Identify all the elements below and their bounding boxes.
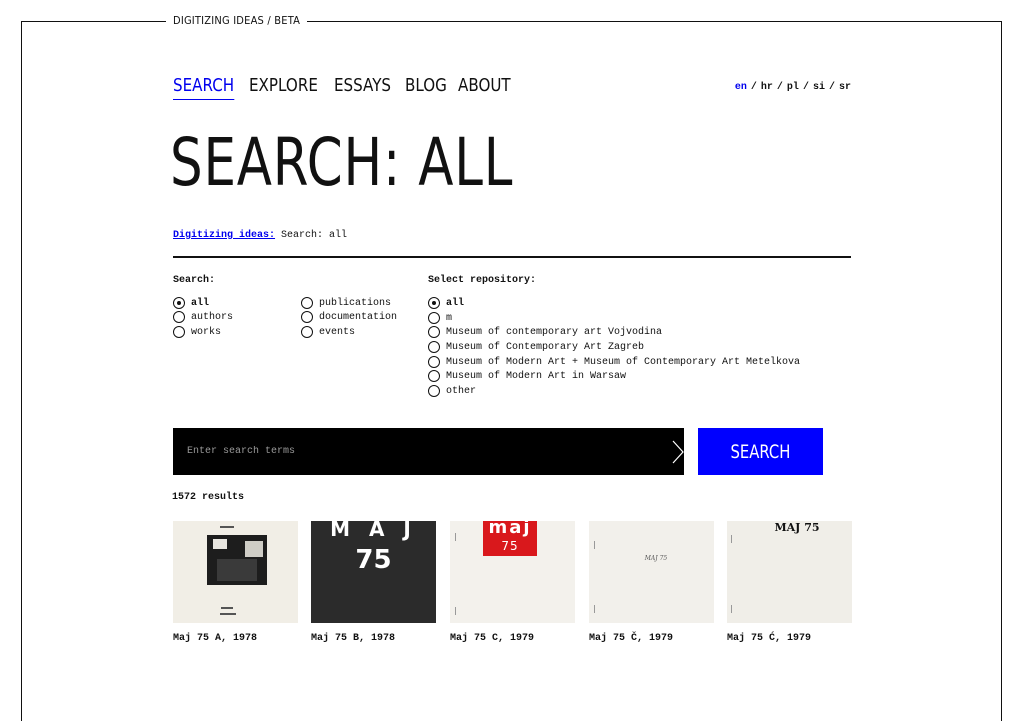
radio-label: Museum of Modern Art + Museum of Contemp… — [446, 356, 801, 368]
cover-text: maj — [488, 521, 532, 538]
radio-label: Museum of contemporary art Vojvodina — [446, 326, 663, 338]
result-title: Maj 75 Č, 1979 — [589, 633, 674, 644]
radio-repo-warsaw[interactable]: Museum of Modern Art in Warsaw — [428, 370, 626, 382]
lang-si[interactable]: si — [813, 82, 825, 93]
page-title: SEARCH: ALL — [170, 124, 514, 201]
radio-repo-all[interactable]: all — [428, 297, 464, 309]
lang-hr[interactable]: hr — [761, 82, 773, 93]
radio-repo-msuv[interactable]: Museum of contemporary art Vojvodina — [428, 326, 662, 338]
result-card[interactable]: MAJ 75 Maj 75 Č, 1979 — [589, 521, 714, 644]
radio-search-authors[interactable]: authors — [173, 311, 233, 323]
repository-label: Select repository: — [428, 275, 537, 286]
radio-search-all[interactable]: all — [173, 297, 209, 309]
cover-text: M A J — [330, 521, 417, 541]
breadcrumb-current: Search: all — [281, 230, 348, 241]
nav-explore[interactable]: EXPLORE — [249, 74, 318, 100]
result-title: Maj 75 B, 1978 — [311, 633, 396, 644]
divider — [173, 256, 851, 258]
radio-label: works — [191, 326, 222, 338]
result-title: Maj 75 Ć, 1979 — [727, 633, 812, 644]
result-thumbnail: maj 75 — [450, 521, 575, 623]
radio-search-events[interactable]: events — [301, 326, 355, 338]
result-title: Maj 75 A, 1978 — [173, 633, 258, 644]
radio-label: publications — [319, 297, 392, 309]
radio-label: m — [446, 312, 453, 324]
radio-repo-msu-zagreb[interactable]: Museum of Contemporary Art Zagreb — [428, 341, 644, 353]
nav-blog[interactable]: BLOG — [405, 74, 447, 100]
radio-label: Museum of Contemporary Art Zagreb — [446, 341, 645, 353]
radio-circle — [301, 297, 313, 309]
radio-label: events — [319, 326, 356, 338]
search-input[interactable] — [173, 428, 653, 475]
radio-circle — [428, 312, 440, 324]
breadcrumb: Digitizing ideas: Search: all — [173, 230, 347, 241]
radio-search-documentation[interactable]: documentation — [301, 311, 397, 323]
radio-circle — [173, 311, 185, 323]
radio-circle — [173, 297, 185, 309]
lang-sr[interactable]: sr — [839, 82, 851, 93]
radio-circle — [428, 370, 440, 382]
radio-repo-other[interactable]: other — [428, 385, 476, 397]
result-thumbnail — [173, 521, 298, 623]
radio-circle — [428, 326, 440, 338]
result-card[interactable]: MAJ 75 Maj 75 Ć, 1979 — [727, 521, 852, 644]
cover-text: 75 — [355, 545, 392, 575]
search-type-label: Search: — [173, 275, 216, 286]
language-switcher: en / hr / pl / si / sr — [734, 82, 851, 93]
result-card[interactable]: Maj 75 A, 1978 — [173, 521, 298, 644]
lang-pl[interactable]: pl — [787, 82, 799, 93]
radio-circle — [428, 341, 440, 353]
site-tag: DIGITIZING IDEAS / BETA — [166, 14, 308, 27]
radio-search-publications[interactable]: publications — [301, 297, 391, 309]
radio-repo-mg-metelkova[interactable]: Museum of Modern Art + Museum of Contemp… — [428, 356, 800, 368]
result-thumbnail: MAJ 75 — [727, 521, 852, 623]
nav-about[interactable]: ABOUT — [458, 74, 511, 100]
search-button[interactable]: SEARCH — [698, 428, 823, 475]
result-title: Maj 75 C, 1979 — [450, 633, 535, 644]
main-nav: SEARCH EXPLORE ESSAYS BLOG ABOUT — [173, 74, 511, 100]
radio-circle — [301, 326, 313, 338]
cover-text: 75 — [501, 539, 519, 553]
result-card[interactable]: maj 75 Maj 75 C, 1979 — [450, 521, 575, 644]
search-bar — [173, 428, 684, 475]
radio-circle — [301, 311, 313, 323]
nav-search[interactable]: SEARCH — [173, 74, 235, 100]
radio-repo-m[interactable]: m — [428, 312, 452, 324]
radio-label: all — [191, 297, 210, 309]
radio-search-works[interactable]: works — [173, 326, 221, 338]
radio-label: other — [446, 385, 477, 397]
radio-circle — [173, 326, 185, 338]
lang-en[interactable]: en — [735, 82, 747, 93]
cover-text: MAJ 75 — [644, 555, 668, 562]
radio-circle — [428, 297, 440, 309]
radio-label: authors — [191, 311, 234, 323]
chevron-right-icon — [672, 440, 684, 464]
radio-circle — [428, 356, 440, 368]
radio-label: documentation — [319, 311, 398, 323]
result-thumbnail: MAJ 75 — [589, 521, 714, 623]
radio-circle — [428, 385, 440, 397]
nav-essays[interactable]: ESSAYS — [334, 74, 391, 100]
result-card[interactable]: M A J 75 Maj 75 B, 1978 — [311, 521, 436, 644]
results-count: 1572 results — [172, 492, 245, 503]
radio-label: all — [446, 297, 465, 309]
cover-text: MAJ 75 — [774, 521, 820, 534]
breadcrumb-link[interactable]: Digitizing ideas: — [173, 230, 275, 241]
result-thumbnail: M A J 75 — [311, 521, 436, 623]
radio-label: Museum of Modern Art in Warsaw — [446, 370, 627, 382]
